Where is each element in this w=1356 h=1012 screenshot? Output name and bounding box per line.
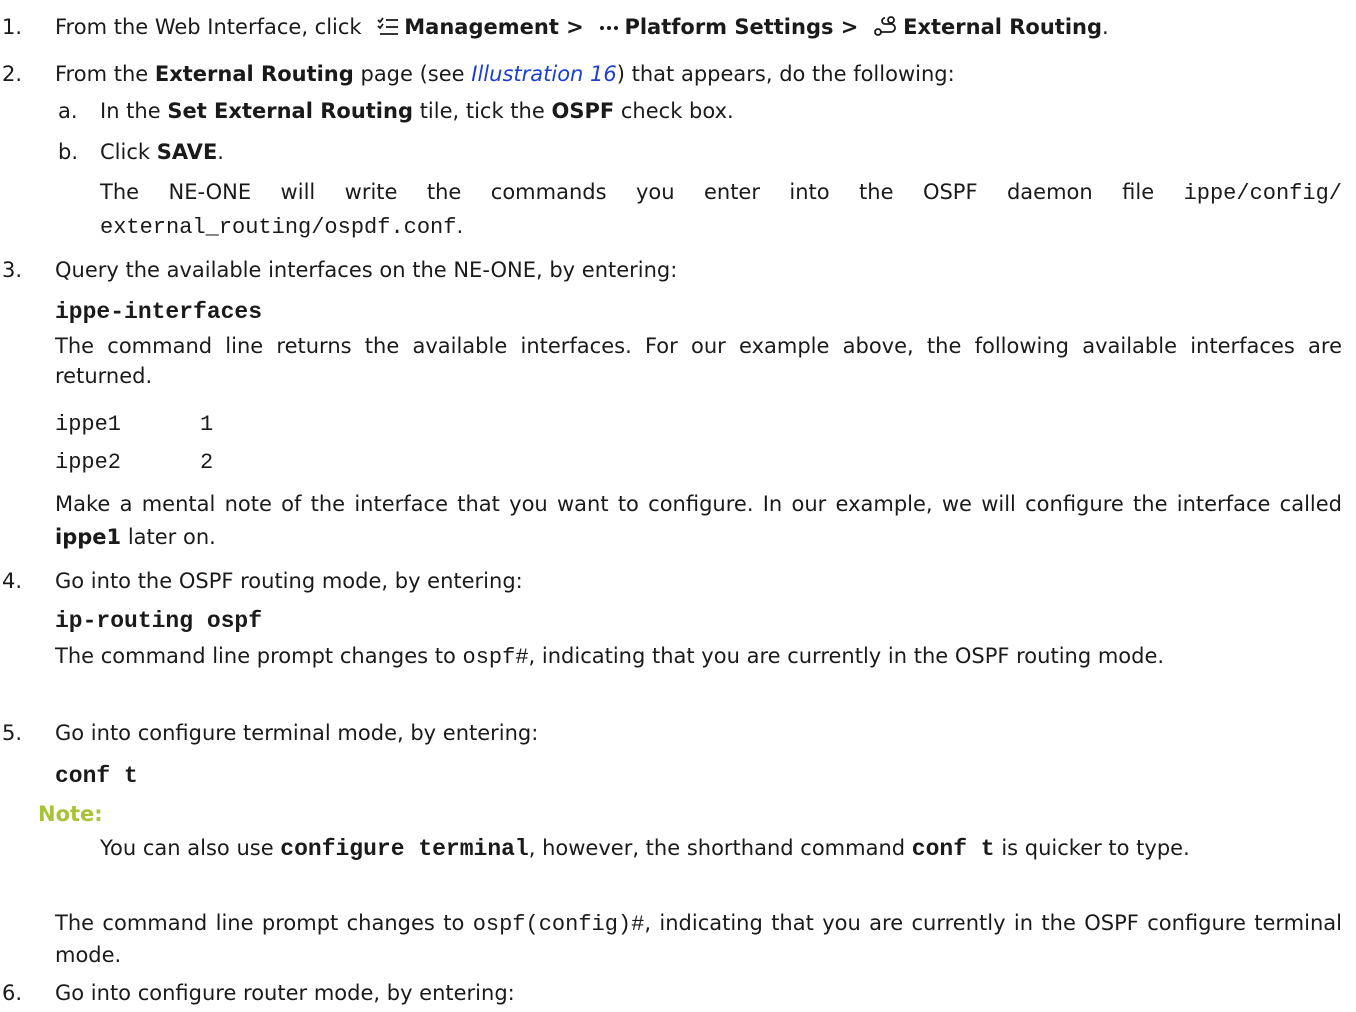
document-page: 1. From the Web Interface, click Managem… xyxy=(0,0,1356,1012)
prompt-text: ospf(config)# xyxy=(472,912,645,937)
paragraph-text: The command line prompt changes to xyxy=(55,644,456,668)
command-text: conf t xyxy=(55,763,138,789)
interface-id: 1 xyxy=(200,412,214,437)
step-text: ) that appears, do the following: xyxy=(616,62,955,86)
step-3-paragraph: The command line returns the available i… xyxy=(55,331,1342,391)
step-text: In the xyxy=(100,99,161,123)
file-path: ippe/config/ xyxy=(1183,181,1342,206)
command: ip-routing ospf xyxy=(55,605,1342,636)
substep-number: b. xyxy=(58,140,79,164)
tile-name: Set External Routing xyxy=(167,99,413,123)
menu-platform-settings: Platform Settings > xyxy=(624,15,859,39)
step-text: Click xyxy=(100,140,151,164)
note-text: , however, the shorthand command xyxy=(528,836,906,860)
punctuation: . xyxy=(217,140,224,164)
command: conf t xyxy=(55,760,1342,791)
paragraph-text: The command line returns the available i… xyxy=(55,334,1342,388)
interface-row: ippe2 2 xyxy=(55,446,1342,478)
paragraph-text: later on. xyxy=(127,525,216,549)
interface-name: ippe1 xyxy=(55,525,122,549)
step-text: From the xyxy=(55,62,149,86)
save-label: SAVE xyxy=(156,140,218,164)
illustration-link[interactable]: Illustration 16 xyxy=(471,62,616,86)
paragraph-text: Make a mental note of the interface that… xyxy=(55,492,1342,516)
step-number: 2. xyxy=(2,62,23,86)
step-text: From the Web Interface, click xyxy=(55,15,362,39)
paragraph-text: , indicating that you are currently in t… xyxy=(528,644,1165,668)
step-number: 5. xyxy=(2,721,23,745)
step-text: Query the available interfaces on the NE… xyxy=(55,258,678,282)
more-icon xyxy=(598,16,620,46)
step-number: 3. xyxy=(2,258,23,282)
step-text: page (see xyxy=(360,62,465,86)
step-text: Go into the OSPF routing mode, by enteri… xyxy=(55,569,523,593)
prompt-text: ospf# xyxy=(462,645,529,670)
step-text: Go into configure router mode, by enteri… xyxy=(55,981,515,1005)
command-text: ip-routing ospf xyxy=(55,608,263,634)
command-text: configure terminal xyxy=(280,836,529,862)
step-text: Go into configure terminal mode, by ente… xyxy=(55,721,539,745)
note-body: You can also use configure terminal, how… xyxy=(100,833,1342,864)
step-number: 6. xyxy=(2,981,23,1005)
paragraph-text: The NE-ONE will write the commands you e… xyxy=(100,180,1155,204)
step-number: 4. xyxy=(2,569,23,593)
step-text: check box. xyxy=(620,99,734,123)
step-number: 1. xyxy=(2,15,23,39)
step-4-paragraph: The command line prompt changes to ospf#… xyxy=(55,641,1342,673)
punctuation: . xyxy=(1102,15,1109,39)
interface-name: ippe2 xyxy=(55,450,122,475)
file-path: external_routing/ospdf.conf xyxy=(100,215,457,240)
interface-name: ippe1 xyxy=(55,412,122,437)
management-icon xyxy=(376,16,400,46)
paragraph-text: The command line prompt changes to xyxy=(55,911,465,935)
checkbox-name: OSPF xyxy=(551,99,615,123)
interface-row: ippe1 1 xyxy=(55,408,1342,440)
note-label: Note: xyxy=(38,799,1342,829)
menu-external-routing: External Routing xyxy=(903,15,1103,39)
command: ippe-interfaces xyxy=(55,296,1342,327)
note-text: is quicker to type. xyxy=(1001,836,1190,860)
step-2b-paragraph: The NE-ONE will write the commands you e… xyxy=(100,176,1342,244)
note-title: Note: xyxy=(38,802,103,826)
page-name: External Routing xyxy=(154,62,354,86)
command-text: ippe-interfaces xyxy=(55,299,263,325)
punctuation: . xyxy=(456,214,464,238)
command-text: conf t xyxy=(911,836,995,862)
routing-icon xyxy=(873,14,899,46)
substep-number: a. xyxy=(58,99,78,123)
step-5-paragraph: The command line prompt changes to ospf(… xyxy=(55,908,1342,970)
step-text: tile, tick the xyxy=(419,99,545,123)
step-3-note: Make a mental note of the interface that… xyxy=(55,488,1342,554)
menu-management: Management > xyxy=(404,15,584,39)
interface-id: 2 xyxy=(200,450,214,475)
note-text: You can also use xyxy=(100,836,274,860)
